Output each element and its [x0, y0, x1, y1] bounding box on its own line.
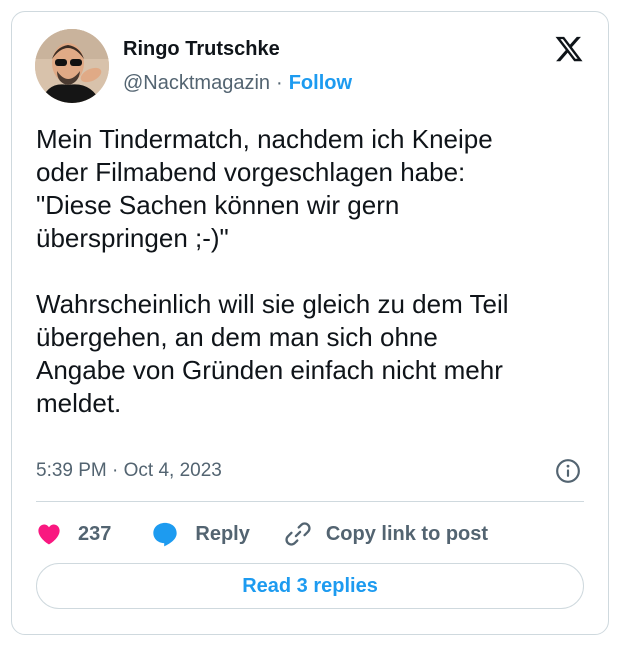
link-icon	[285, 522, 311, 546]
info-icon[interactable]	[555, 458, 581, 484]
follow-button[interactable]: Follow	[289, 72, 352, 94]
like-count: 237	[78, 522, 112, 545]
user-handle[interactable]: @Nacktmagazin	[123, 72, 270, 94]
tweet-card: Ringo Trutschke @Nacktmagazin · Follow Mei…	[11, 11, 609, 635]
reply-button[interactable]: Reply	[151, 520, 250, 548]
read-replies-button[interactable]: Read 3 replies	[36, 563, 584, 609]
handle-separator: ·	[276, 72, 283, 94]
action-bar: 237 Reply Copy link to post	[36, 517, 488, 551]
copy-link-button[interactable]: Copy link to post	[284, 520, 488, 548]
tweet-text: Mein Tindermatch, nachdem ich Kneipe ode…	[36, 124, 509, 418]
heart-icon	[38, 524, 60, 545]
x-logo-icon[interactable]	[554, 34, 584, 64]
copy-link-label: Copy link to post	[325, 522, 489, 545]
divider	[36, 501, 584, 502]
like-button[interactable]: 237	[36, 521, 111, 547]
handle-row: @Nacktmagazin · Follow	[123, 72, 352, 95]
display-name[interactable]: Ringo Trutschke	[123, 38, 280, 61]
reply-label: Reply	[195, 522, 250, 545]
speech-bubble-icon	[153, 522, 178, 547]
avatar-image	[35, 29, 109, 103]
avatar[interactable]	[35, 29, 109, 103]
tweet-timestamp[interactable]: 5:39 PM · Oct 4, 2023	[36, 460, 222, 482]
